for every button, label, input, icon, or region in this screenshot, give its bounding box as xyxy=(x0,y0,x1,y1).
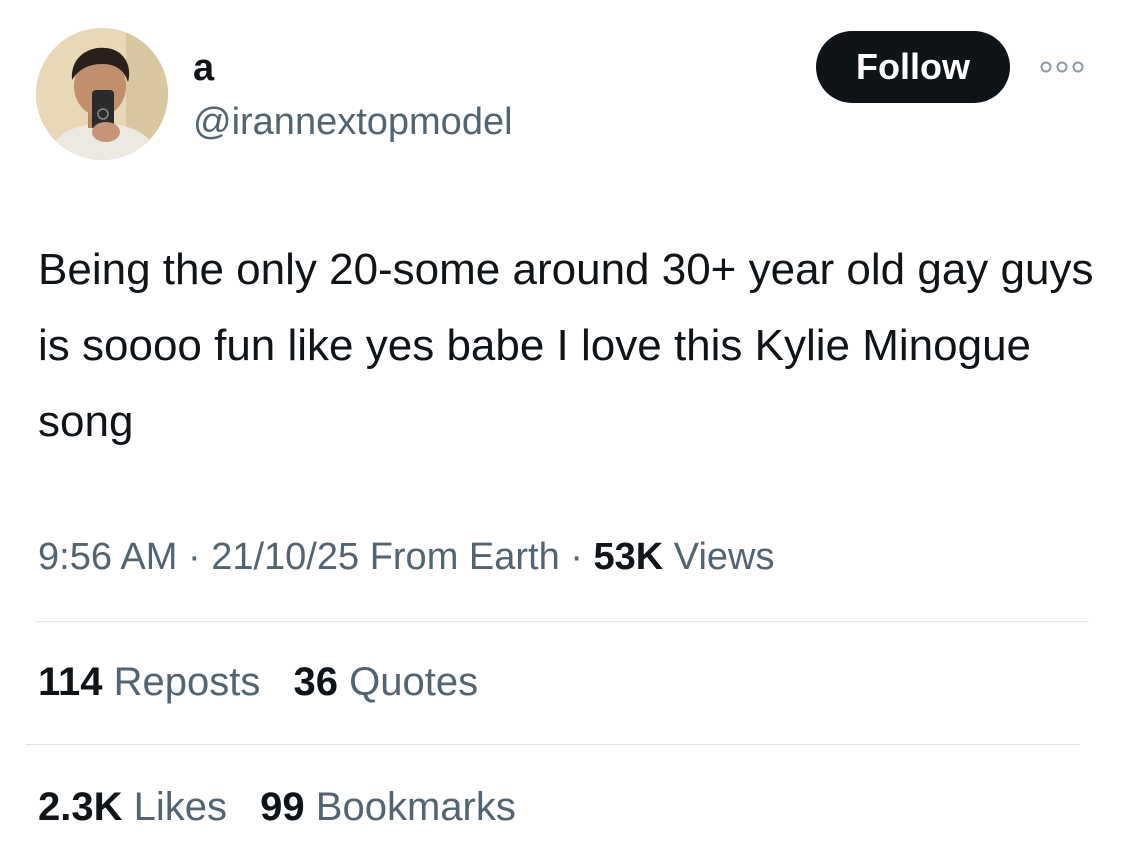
user-handle[interactable]: @irannextopmodel xyxy=(193,98,513,146)
likes-count: 2.3K xyxy=(38,785,123,829)
bookmarks-count: 99 xyxy=(260,785,305,829)
stats-row-shares: 114 Reposts 36 Quotes xyxy=(38,657,500,707)
tweet-date[interactable]: 21/10/25 xyxy=(211,536,359,578)
likes-label: Likes xyxy=(133,785,228,829)
divider xyxy=(36,621,1089,622)
avatar-photo xyxy=(36,28,168,160)
display-name[interactable]: a xyxy=(193,44,214,92)
likes-link[interactable]: 2.3K Likes xyxy=(38,785,227,829)
tweet-meta: 9:56 AM · 21/10/25 From Earth · 53K View… xyxy=(38,533,774,581)
tweet-time[interactable]: 9:56 AM xyxy=(38,536,177,578)
reposts-count: 114 xyxy=(38,660,103,704)
bookmarks-label: Bookmarks xyxy=(315,785,516,829)
reposts-label: Reposts xyxy=(113,660,261,704)
views-count: 53K xyxy=(593,536,664,578)
stats-row-engagement: 2.3K Likes 99 Bookmarks xyxy=(38,782,538,832)
tweet-detail: a @irannextopmodel Follow Being the only… xyxy=(0,0,1125,864)
avatar[interactable] xyxy=(36,28,168,160)
bookmarks-link[interactable]: 99 Bookmarks xyxy=(260,785,516,829)
quotes-label: Quotes xyxy=(349,660,479,704)
meta-separator: · xyxy=(570,536,583,578)
tweet-text: Being the only 20-some around 30+ year o… xyxy=(38,245,1094,446)
divider xyxy=(26,744,1080,745)
more-icon[interactable] xyxy=(1038,56,1086,78)
views-label: Views xyxy=(673,536,775,578)
meta-separator: · xyxy=(187,536,201,578)
tweet-source: From Earth xyxy=(369,536,560,578)
reposts-link[interactable]: 114 Reposts xyxy=(38,660,260,704)
quotes-link[interactable]: 36 Quotes xyxy=(294,660,479,704)
quotes-count: 36 xyxy=(293,660,339,704)
follow-button[interactable]: Follow xyxy=(816,31,1010,103)
